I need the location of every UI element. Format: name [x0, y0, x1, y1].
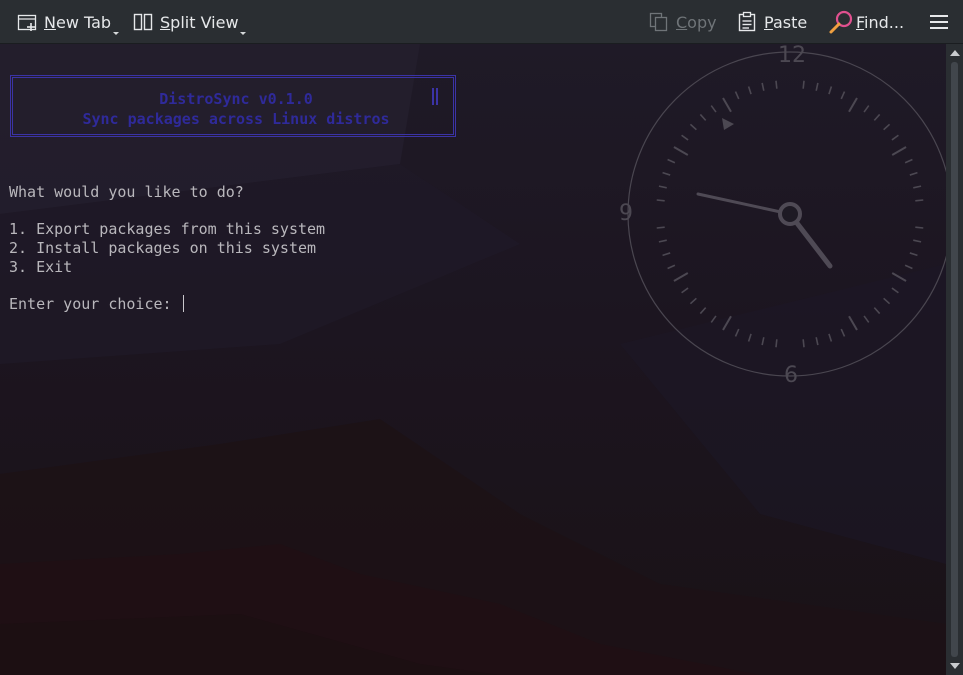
clock-tick — [658, 239, 667, 243]
banner-title: DistroSync v0.1.0 — [159, 90, 313, 108]
copy-icon — [648, 11, 670, 33]
banner-subtitle: Sync packages across Linux distros — [82, 110, 390, 128]
app-banner: DistroSync v0.1.0 Sync packages across L… — [10, 75, 456, 137]
hamburger-menu-button[interactable] — [928, 0, 950, 44]
input-prompt: Enter your choice: — [9, 295, 181, 313]
clock-tick — [710, 105, 717, 113]
menu-option-3: 3. Exit — [9, 258, 73, 276]
clock-tick — [915, 199, 924, 202]
split-view-label: Split View — [160, 12, 239, 32]
clock-tick — [913, 239, 922, 243]
clock-tick — [761, 82, 765, 91]
find-label: Find... — [856, 12, 905, 32]
clock-tick — [747, 86, 752, 95]
clock-tick — [662, 252, 671, 257]
paste-button[interactable]: Paste — [736, 0, 807, 44]
find-button[interactable]: Find... — [828, 0, 904, 44]
new-tab-dropdown-arrow-icon[interactable] — [113, 32, 119, 35]
clock-tick — [681, 134, 689, 141]
clock-tick — [915, 226, 924, 229]
input-line[interactable]: Enter your choice: — [9, 295, 184, 313]
clock-tick — [802, 80, 805, 89]
clock-label-6: 6 — [784, 363, 798, 388]
clock-tick — [909, 252, 918, 257]
clock-tick — [656, 199, 665, 202]
clock-tick — [909, 171, 918, 176]
clock-tick — [722, 97, 732, 113]
menu-option-1: 1. Export packages from this system — [9, 220, 326, 238]
clock-tick — [673, 272, 689, 282]
clock-minute-hand — [696, 192, 792, 216]
paste-icon — [736, 11, 758, 33]
clock-tick — [802, 339, 805, 348]
clock-tick — [873, 113, 881, 121]
paste-label: Paste — [764, 12, 808, 32]
text-cursor — [182, 295, 184, 312]
menu-prompt: What would you like to do? — [9, 183, 244, 201]
clock-tick — [734, 91, 740, 100]
split-view-icon — [132, 11, 154, 33]
scroll-down-arrow-icon[interactable] — [950, 663, 960, 669]
clock-tick — [681, 287, 689, 294]
clock-tick — [667, 264, 676, 270]
new-tab-icon — [16, 11, 38, 33]
clock-tick — [689, 297, 697, 305]
terminal-view[interactable]: 12 9 6 DistroSync v0.1.0 Sync packages a… — [0, 44, 946, 675]
clock-center-pin — [778, 202, 802, 226]
clock-tick — [883, 123, 891, 131]
clock-tick — [828, 86, 833, 95]
konsole-window: New Tab Split View Copy Paste Find... 12… — [0, 0, 963, 675]
clock-tick — [667, 158, 676, 164]
banner-marker — [432, 88, 438, 105]
split-view-dropdown-arrow-icon[interactable] — [240, 32, 246, 35]
clock-tick — [891, 134, 899, 141]
scroll-up-arrow-icon[interactable] — [950, 50, 960, 56]
clock-tick — [815, 82, 819, 91]
copy-button[interactable]: Copy — [648, 0, 717, 44]
clock-tick — [662, 171, 671, 176]
clock-tick — [775, 80, 778, 89]
clock-tick — [904, 158, 913, 164]
clock-tick — [699, 113, 707, 121]
find-icon — [828, 9, 854, 35]
clock-second-marker — [722, 118, 734, 130]
vertical-scrollbar[interactable] — [946, 44, 963, 675]
clock-tick — [863, 105, 870, 113]
clock-tick — [658, 185, 667, 189]
clock-tick — [913, 185, 922, 189]
new-tab-button[interactable]: New Tab — [16, 0, 119, 44]
clock-label-9: 9 — [619, 201, 633, 226]
clock-tick — [848, 97, 858, 113]
clock-label-12: 12 — [778, 44, 806, 68]
clock-tick — [891, 146, 907, 156]
clock-tick — [904, 264, 913, 270]
clock-tick — [775, 339, 778, 348]
split-view-button[interactable]: Split View — [132, 0, 246, 44]
clock-tick — [840, 91, 846, 100]
copy-label: Copy — [676, 12, 717, 32]
hamburger-menu-icon — [928, 11, 950, 33]
toolbar: New Tab Split View Copy Paste Find... — [0, 0, 963, 44]
clock-tick — [699, 307, 707, 315]
clock-tick — [656, 226, 665, 229]
clock-tick — [673, 146, 689, 156]
wallpaper-background: 12 9 6 — [0, 44, 946, 675]
new-tab-label: New Tab — [44, 12, 112, 32]
menu-option-2: 2. Install packages on this system — [9, 239, 317, 257]
clock-tick — [689, 123, 697, 131]
scrollbar-track[interactable] — [951, 62, 958, 657]
